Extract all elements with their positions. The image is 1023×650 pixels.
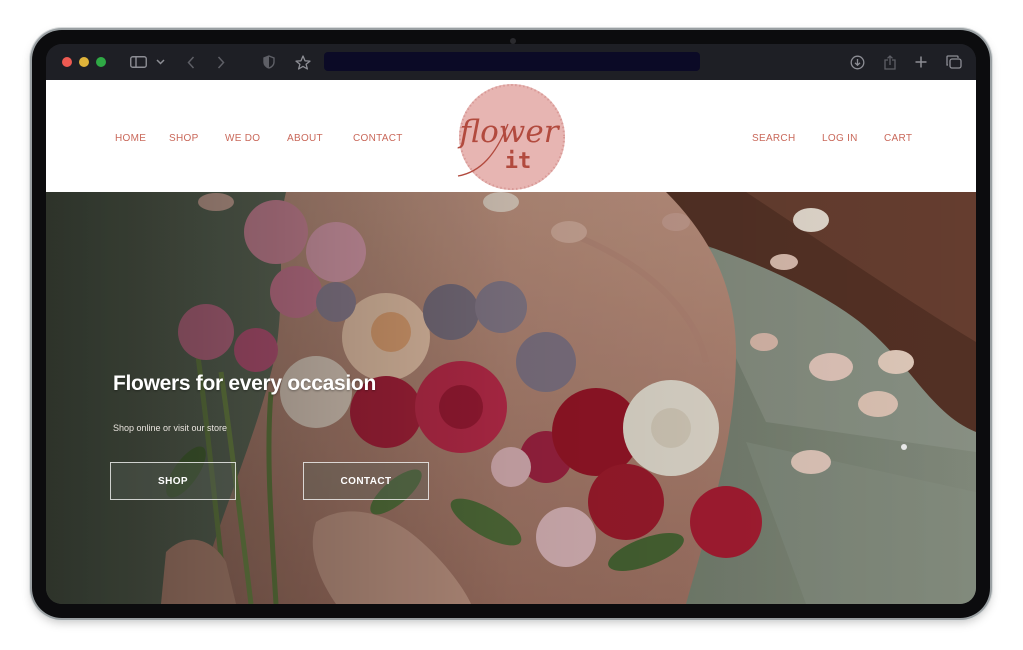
logo-word-it: it <box>505 149 532 174</box>
new-tab-icon[interactable] <box>913 53 929 71</box>
hero-subtitle: Shop online or visit our store <box>113 423 228 433</box>
shop-button[interactable]: SHOP <box>110 462 236 500</box>
close-window-button[interactable] <box>62 57 72 67</box>
hero-title: Flowers for every occasion <box>113 372 376 395</box>
nav-contact[interactable]: CONTACT <box>353 133 403 144</box>
nav-we-do[interactable]: WE DO <box>225 133 260 144</box>
nav-cart[interactable]: CART <box>884 133 912 144</box>
contact-button[interactable]: CONTACT <box>303 462 429 500</box>
hero-image <box>46 192 976 604</box>
zoom-window-button[interactable] <box>96 57 106 67</box>
nav-shop[interactable]: SHOP <box>169 133 199 144</box>
hero-section: Flowers for every occasion Shop online o… <box>46 192 976 604</box>
address-bar[interactable] <box>324 52 700 71</box>
nav-log-in[interactable]: LOG IN <box>822 133 858 144</box>
nav-home[interactable]: HOME <box>115 133 146 144</box>
logo-word-flower: flower <box>457 114 560 150</box>
star-icon[interactable] <box>294 53 312 71</box>
site-logo[interactable]: flower it <box>456 84 566 192</box>
shield-icon[interactable] <box>261 53 277 71</box>
nav-search[interactable]: SEARCH <box>752 133 795 144</box>
share-icon[interactable] <box>882 53 898 71</box>
chevron-down-icon[interactable] <box>154 53 166 71</box>
sidebar-icon[interactable] <box>128 53 148 71</box>
back-icon[interactable] <box>184 53 198 71</box>
nav-about[interactable]: ABOUT <box>287 133 323 144</box>
tabs-icon[interactable] <box>945 53 963 71</box>
download-icon[interactable] <box>848 53 866 71</box>
tablet-frame: HOME SHOP WE DO ABOUT CONTACT SEARCH LOG… <box>32 30 990 618</box>
browser-screen: HOME SHOP WE DO ABOUT CONTACT SEARCH LOG… <box>46 44 976 604</box>
minimize-window-button[interactable] <box>79 57 89 67</box>
browser-toolbar <box>46 44 976 80</box>
site-header: HOME SHOP WE DO ABOUT CONTACT SEARCH LOG… <box>46 80 976 192</box>
forward-icon[interactable] <box>214 53 228 71</box>
